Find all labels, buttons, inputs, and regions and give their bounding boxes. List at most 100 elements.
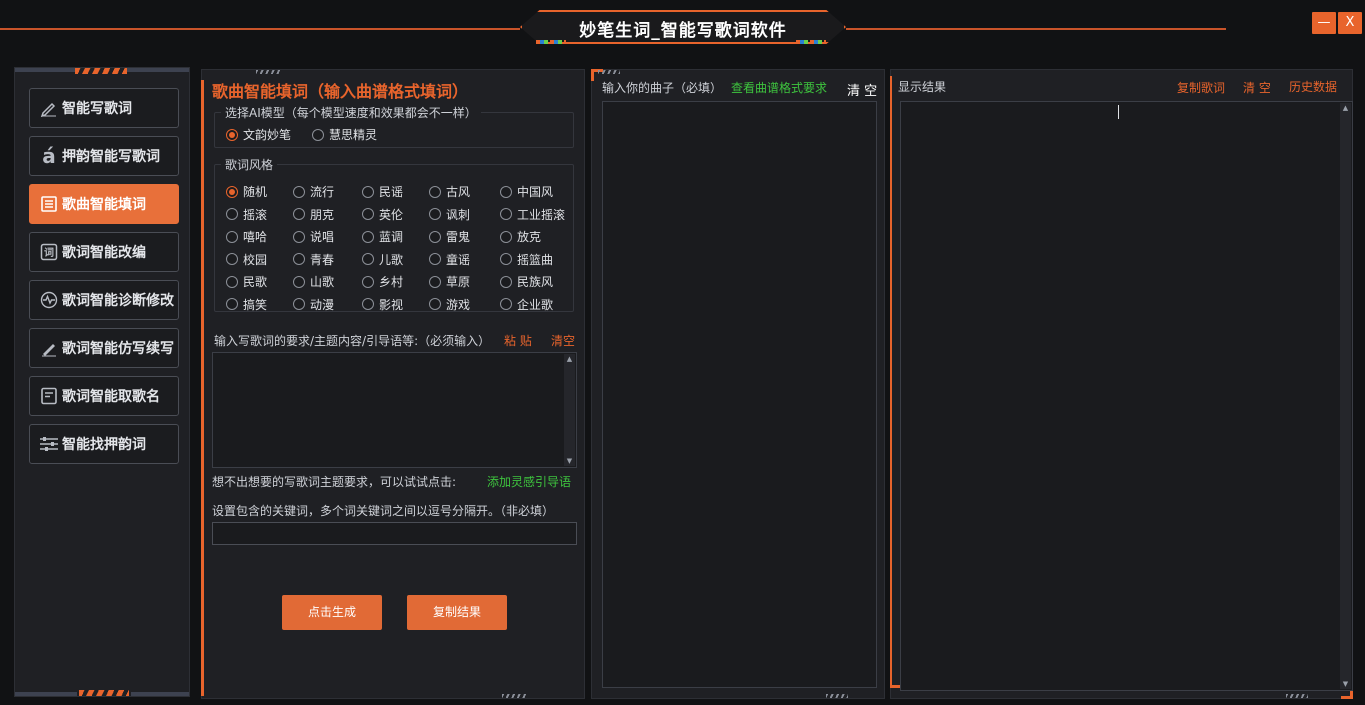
style-radio[interactable]: 随机 [226, 183, 267, 200]
style-radio[interactable]: 校园 [226, 251, 267, 268]
style-radio[interactable]: 英伦 [362, 206, 403, 223]
style-radio[interactable]: 草原 [429, 273, 470, 290]
model-radio-huisi[interactable]: 慧思精灵 [312, 126, 377, 143]
style-radio[interactable]: 民族风 [500, 273, 553, 290]
style-radio[interactable]: 说唱 [293, 228, 334, 245]
style-radio[interactable]: 流行 [293, 183, 334, 200]
style-radio[interactable]: 山歌 [293, 273, 334, 290]
copy-lyrics-link[interactable]: 复制歌词 [1177, 79, 1225, 96]
radio-dot [226, 230, 238, 243]
keywords-input[interactable] [212, 522, 577, 545]
panel-left-accent [890, 76, 892, 686]
radio-label: 摇篮曲 [517, 252, 554, 267]
sidebar-item-label: 歌词智能取歌名 [62, 389, 160, 405]
style-radio[interactable]: 摇滚 [226, 206, 267, 223]
paste-button[interactable]: 粘 贴 [504, 332, 532, 349]
panel-hatch [826, 694, 848, 698]
scroll-down-icon[interactable]: ▼ [564, 456, 575, 466]
radio-dot [500, 185, 512, 198]
sidebar-item-label: 歌曲智能填词 [62, 197, 146, 213]
style-radio[interactable]: 朋克 [293, 206, 334, 223]
style-radio[interactable]: 企业歌 [500, 296, 553, 313]
scrollbar[interactable]: ▲ ▼ [1340, 103, 1351, 689]
format-requirements-link[interactable]: 查看曲谱格式要求 [731, 79, 827, 96]
sidebar-item-adapt[interactable]: 词 歌词智能改编 [29, 232, 179, 272]
sidebar-top-bar [15, 68, 75, 72]
radio-dot [226, 185, 238, 198]
title-deco-left [536, 40, 566, 44]
scroll-up-icon[interactable]: ▲ [1340, 103, 1351, 113]
style-radio[interactable]: 影视 [362, 296, 403, 313]
model-radio-wenyun[interactable]: 文韵妙笔 [226, 126, 291, 143]
fill-lyrics-panel: 歌曲智能填词（输入曲谱格式填词） 选择AI模型（每个模型速度和效果都会不一样） … [201, 69, 585, 699]
requirement-textarea[interactable]: ▲ ▼ [212, 352, 577, 468]
scrollbar[interactable]: ▲ ▼ [564, 354, 575, 466]
radio-label: 童谣 [446, 252, 471, 267]
document-icon [38, 385, 60, 407]
scroll-up-icon[interactable]: ▲ [564, 354, 575, 364]
radio-label: 讽刺 [446, 207, 471, 222]
style-radio[interactable]: 嘻哈 [226, 228, 267, 245]
sidebar-item-rhyme-lyrics[interactable]: á 押韵智能写歌词 [29, 136, 179, 176]
style-radio[interactable]: 儿歌 [362, 251, 403, 268]
svg-text:词: 词 [44, 246, 54, 259]
clear-result-link[interactable]: 清 空 [1243, 79, 1271, 96]
style-radio[interactable]: 青春 [293, 251, 334, 268]
close-button[interactable]: X [1338, 12, 1362, 34]
history-link[interactable]: 历史数据 [1289, 78, 1337, 95]
scroll-down-icon[interactable]: ▼ [1340, 679, 1351, 689]
radio-label: 山歌 [310, 275, 335, 289]
style-radio[interactable]: 民谣 [362, 183, 403, 200]
sidebar-item-find-rhyme[interactable]: 智能找押韵词 [29, 424, 179, 464]
radio-dot [293, 253, 305, 265]
style-radio[interactable]: 讽刺 [429, 206, 470, 223]
radio-label: 乡村 [379, 275, 404, 289]
radio-label: 民族风 [517, 275, 554, 289]
style-radio[interactable]: 民歌 [226, 273, 267, 290]
style-radio[interactable]: 摇篮曲 [500, 251, 553, 268]
sidebar-item-diagnose[interactable]: 歌词智能诊断修改 [29, 280, 179, 320]
style-radio[interactable]: 雷鬼 [429, 228, 470, 245]
radio-dot [429, 185, 441, 198]
sidebar-item-label: 智能找押韵词 [62, 437, 146, 453]
sidebar-item-song-fill[interactable]: 歌曲智能填词 [29, 184, 179, 224]
style-radio[interactable]: 搞笑 [226, 296, 267, 313]
sidebar-item-label: 歌词智能诊断修改 [62, 293, 174, 309]
sidebar-item-imitate[interactable]: 歌词智能仿写续写 [29, 328, 179, 368]
style-radio[interactable]: 童谣 [429, 251, 470, 268]
minimize-button[interactable]: — [1312, 12, 1336, 34]
style-radio[interactable]: 游戏 [429, 296, 470, 313]
generate-button[interactable]: 点击生成 [282, 595, 382, 630]
page-title: 歌曲智能填词（输入曲谱格式填词） [212, 82, 469, 101]
radio-label: 青春 [310, 252, 335, 267]
title-deco-right [796, 40, 826, 44]
copy-result-button[interactable]: 复制结果 [407, 595, 507, 630]
sidebar-item-write-lyrics[interactable]: 智能写歌词 [29, 88, 179, 128]
sidebar-item-name-song[interactable]: 歌词智能取歌名 [29, 376, 179, 416]
sidebar-item-label: 智能写歌词 [62, 101, 132, 117]
style-radio[interactable]: 放克 [500, 228, 541, 245]
style-radio[interactable]: 蓝调 [362, 228, 403, 245]
radio-label: 蓝调 [379, 230, 404, 244]
pen-icon [38, 97, 60, 119]
style-radio[interactable]: 古风 [429, 183, 470, 200]
clear-requirement-button[interactable]: 清空 [551, 332, 575, 349]
add-inspiration-link[interactable]: 添加灵感引导语 [487, 473, 571, 490]
radio-dot [226, 298, 238, 310]
radio-label: 雷鬼 [446, 230, 471, 244]
clear-melody-button[interactable]: 清 空 [847, 80, 877, 99]
style-radio[interactable]: 动漫 [293, 296, 334, 313]
sidebar-item-label: 押韵智能写歌词 [62, 149, 160, 165]
radio-label: 校园 [243, 252, 268, 267]
style-radio[interactable]: 乡村 [362, 273, 403, 290]
title-bar: 妙笔生词_智能写歌词软件 [500, 8, 866, 48]
title-right-line [846, 28, 1226, 30]
radio-label: 嘻哈 [243, 230, 268, 244]
melody-textarea[interactable] [602, 101, 877, 688]
style-radio[interactable]: 工业摇滚 [500, 206, 565, 223]
style-radio[interactable]: 中国风 [500, 183, 553, 200]
result-textarea[interactable]: ▲ ▼ [900, 101, 1353, 691]
radio-label: 说唱 [310, 230, 335, 244]
app-title: 妙笔生词_智能写歌词软件 [579, 21, 787, 41]
radio-dot [362, 298, 374, 310]
